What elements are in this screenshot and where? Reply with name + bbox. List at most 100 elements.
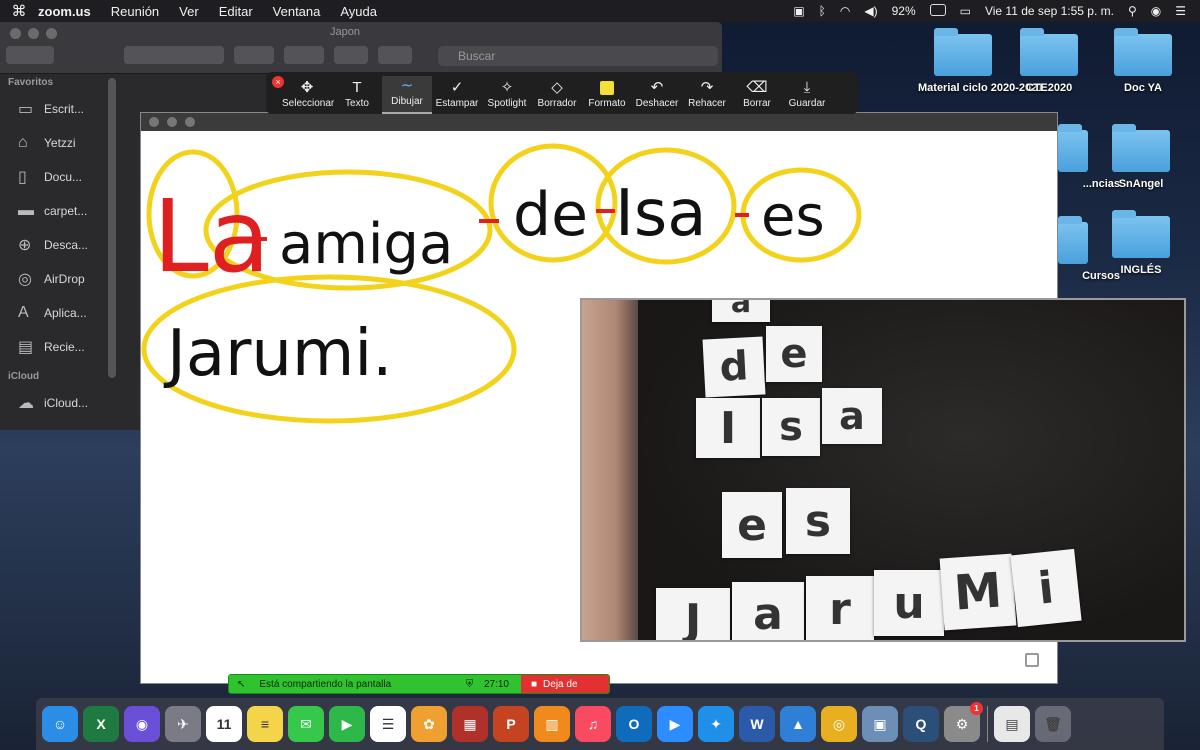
dock-keynote-icon[interactable]: ▲ [780,706,816,742]
menu-app[interactable]: zoom.us [38,4,91,19]
close-window-button[interactable] [149,117,159,127]
whiteboard-titlebar [141,113,1057,131]
bluetooth-icon[interactable]: ᛒ [819,4,826,18]
letter-tile: d [702,336,766,398]
sidebar-item-desktop[interactable]: ▭ Escrit... [0,92,110,126]
finder-sidebar-scrollbar[interactable] [108,78,116,378]
tool-save[interactable]: ⤓ Guardar [782,78,832,114]
dock-launchpad-icon[interactable]: ✈ [165,706,201,742]
tool-undo[interactable]: ↶ Deshacer [632,78,682,114]
dock-outlook-icon[interactable]: O [616,706,652,742]
tool-select[interactable]: ✥ Seleccionar [282,78,334,114]
sidebar-item-home[interactable]: ⌂ Yetzzi [0,126,110,160]
letter-tile: s [786,488,850,554]
tool-eraser[interactable]: ◇ Borrador [532,78,582,114]
notification-center-icon[interactable]: ☰ [1175,4,1186,18]
tool-clear[interactable]: ⌫ Borrar [732,78,782,114]
close-window-button[interactable] [10,28,21,39]
siri-icon[interactable]: ◉ [1151,4,1161,18]
dock-system-preferences-icon[interactable]: ⚙ 1 [944,702,983,742]
airplay-icon[interactable]: ▭ [960,4,971,18]
menu-ayuda[interactable]: Ayuda [340,4,377,19]
dock-photo-booth-icon[interactable]: ▦ [452,706,488,742]
tool-format[interactable]: Formato [582,78,632,114]
menu-reunion[interactable]: Reunión [111,4,159,19]
letter-tile: a [712,300,770,322]
zoom-status-icon[interactable]: ▣ [793,4,804,18]
zoom-window-button[interactable] [46,28,57,39]
minimize-window-button[interactable] [167,117,177,127]
back-forward-buttons[interactable] [6,46,54,64]
menu-ver[interactable]: Ver [179,4,199,19]
tool-redo[interactable]: ↷ Rehacer [682,78,732,114]
spotlight-search-icon[interactable]: ⚲ [1128,4,1137,18]
minimize-window-button[interactable] [28,28,39,39]
dock-powerpoint-icon[interactable]: P [493,706,529,742]
dock-excel-icon[interactable]: X [83,706,119,742]
sidebar-item-airdrop[interactable]: ◎ AirDrop [0,262,110,296]
letter-tile: e [722,492,782,558]
desktop-folder-material[interactable]: Material ciclo 2020-2021 [918,28,1043,94]
tool-draw[interactable]: ∼ Dibujar [382,76,432,114]
dock-books-icon[interactable]: ▥ [534,706,570,742]
menu-ventana[interactable]: Ventana [273,4,321,19]
dock-preview-icon[interactable]: ▣ [862,706,898,742]
sidebar-section-icloud: iCloud [8,371,40,382]
share-elapsed-time: 27:10 [483,678,509,690]
clock[interactable]: Vie 11 de sep 1:55 p. m. [985,4,1114,18]
apple-icon[interactable]: ⌘ [0,2,38,20]
folder-icon [1112,210,1170,258]
cloud-icon: ☁ [18,395,34,412]
dock-notes-icon[interactable]: ≡ [247,706,283,742]
dock-reminders-icon[interactable]: ☰ [370,706,406,742]
battery-percent[interactable]: 92% [892,4,916,18]
wifi-icon[interactable]: ◠ [840,4,850,18]
tags-button[interactable] [378,46,412,64]
dock-word-icon[interactable]: W [739,706,775,742]
battery-icon[interactable] [929,3,946,19]
dock-document-icon[interactable]: ▤ [994,706,1030,742]
text-icon: T [352,79,362,96]
dock-facetime-icon[interactable]: ▶ [329,706,365,742]
letter-tile: u [874,570,944,636]
group-button[interactable] [234,46,274,64]
camera-video-feed[interactable]: a d e I s a e s J a r u M i [580,298,1186,642]
tool-text[interactable]: T Texto [332,78,382,114]
expand-icon[interactable] [1025,653,1039,667]
dock-photos-icon[interactable]: ✿ [411,706,447,742]
folder-icon [934,28,992,76]
sidebar-item-folder[interactable]: ▬ carpet... [0,194,110,228]
dock-zoom-icon[interactable]: ▶ [657,706,693,742]
dock-finder-icon[interactable]: ☺ [42,706,78,742]
tool-spotlight[interactable]: ✧ Spotlight [482,78,532,114]
action-gear-button[interactable] [284,46,324,64]
dock-music-icon[interactable]: ♫ [575,706,611,742]
desktop-folder-snangel[interactable]: SnAngel [1096,124,1186,190]
dock-quicktime-icon[interactable]: Q [903,706,939,742]
sidebar-item-applications[interactable]: A Aplica... [0,296,110,330]
desktop-folder-docya[interactable]: Doc YA [1098,28,1188,94]
letter-l-red: La [153,178,270,295]
dock-siri-icon[interactable]: ◉ [124,706,160,742]
desktop-folder-ingles[interactable]: INGLÉS [1096,210,1186,276]
finder-search-input[interactable]: Buscar [438,46,718,66]
sidebar-item-icloud-drive[interactable]: ☁ iCloud... [0,386,110,420]
share-button[interactable] [334,46,368,64]
tool-stamp[interactable]: ✓ Estampar [432,78,482,114]
dock-calendar-icon[interactable]: 11 [206,706,242,742]
desktop-folder-cte2020[interactable]: CTE2020 [1004,28,1094,94]
dock-safari-icon[interactable]: ✦ [698,706,734,742]
dock-messages-icon[interactable]: ✉ [288,706,324,742]
view-mode-buttons[interactable] [124,46,224,64]
sidebar-item-downloads[interactable]: ⊕ Desca... [0,228,110,262]
finder-sidebar: Favoritos ▭ Escrit... ⌂ Yetzzi ▯ Docu... ▬ c… [0,74,110,430]
sidebar-item-recents[interactable]: ▤ Recie... [0,330,110,364]
stop-share-button[interactable]: ■ Deja de [521,675,609,693]
dock-trash-icon[interactable]: 🗑 [1035,706,1071,742]
share-status[interactable]: ↖ Está compartiendo la pantalla ⛨ 27:10 [229,675,521,693]
dock-chrome-icon[interactable]: ◎ [821,706,857,742]
volume-icon[interactable]: ◀) [864,4,877,18]
zoom-window-button[interactable] [185,117,195,127]
sidebar-item-documents[interactable]: ▯ Docu... [0,160,110,194]
menu-editar[interactable]: Editar [219,4,253,19]
